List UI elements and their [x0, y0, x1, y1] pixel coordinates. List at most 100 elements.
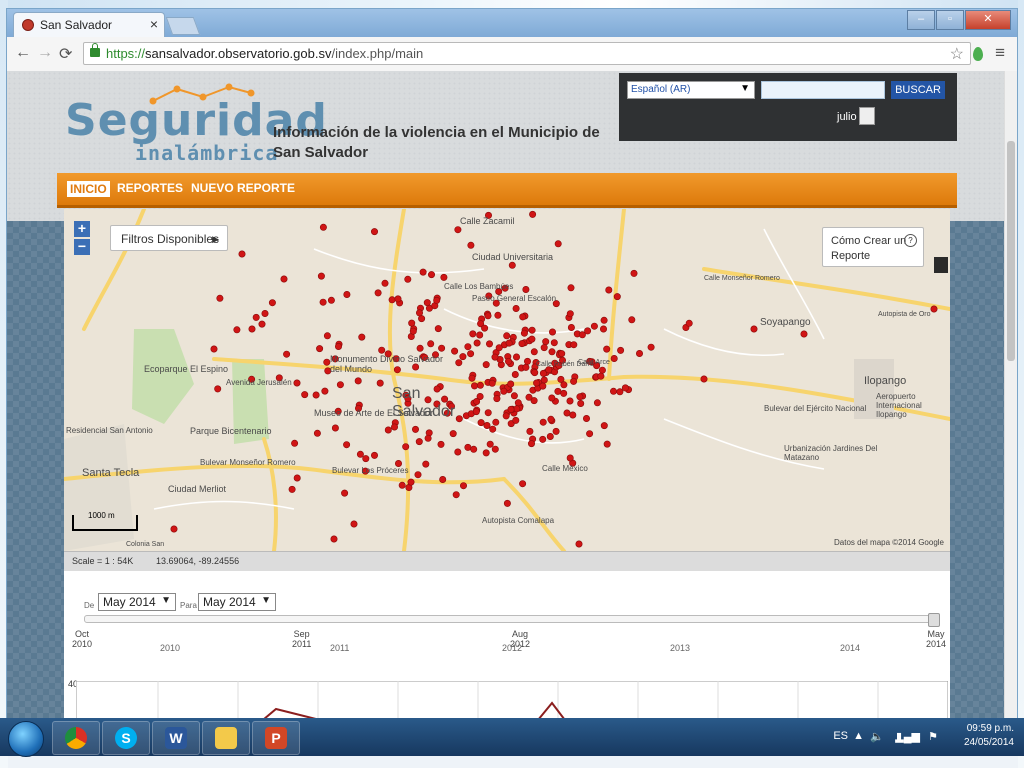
incident-marker[interactable] [469, 330, 477, 338]
browser-menu-icon[interactable]: ≡ [995, 43, 1005, 63]
incident-marker[interactable] [512, 305, 520, 313]
incident-marker[interactable] [440, 273, 448, 281]
incident-marker[interactable] [283, 350, 291, 358]
incident-marker[interactable] [567, 284, 575, 292]
incident-marker[interactable] [451, 347, 459, 355]
incident-marker[interactable] [616, 388, 624, 396]
incident-marker[interactable] [548, 394, 556, 402]
username[interactable]: julio [837, 111, 857, 123]
incident-marker[interactable] [522, 363, 530, 371]
incident-marker[interactable] [210, 345, 218, 353]
incident-marker[interactable] [293, 379, 301, 387]
scrollbar-thumb[interactable] [1007, 141, 1015, 361]
incident-marker[interactable] [567, 324, 575, 332]
tab-close-icon[interactable]: × [150, 16, 158, 32]
incident-marker[interactable] [582, 415, 590, 423]
incident-marker[interactable] [600, 422, 608, 430]
taskbar-word[interactable]: W [152, 721, 200, 755]
to-date-select[interactable]: May 2014 ▼ [198, 593, 276, 611]
avatar[interactable] [859, 107, 875, 125]
incident-marker[interactable] [464, 343, 472, 351]
incident-marker[interactable] [464, 443, 472, 451]
incident-marker[interactable] [586, 430, 594, 438]
incident-marker[interactable] [248, 325, 256, 333]
incident-marker[interactable] [519, 313, 527, 321]
incident-marker[interactable] [576, 393, 584, 401]
extension-icon[interactable] [973, 47, 983, 61]
nav-item-reportes[interactable]: REPORTES [117, 181, 183, 195]
incident-marker[interactable] [350, 520, 358, 528]
incident-marker[interactable] [575, 540, 583, 548]
incident-marker[interactable] [484, 312, 492, 320]
incident-marker[interactable] [438, 344, 446, 352]
incident-marker[interactable] [481, 324, 489, 332]
incident-marker[interactable] [439, 475, 447, 483]
incident-marker[interactable] [319, 223, 327, 231]
incident-marker[interactable] [354, 377, 362, 385]
incident-marker[interactable] [558, 350, 566, 358]
incident-marker[interactable] [422, 460, 430, 468]
taskbar-powerpoint[interactable]: P [252, 721, 300, 755]
incident-marker[interactable] [411, 425, 419, 433]
layers-icon[interactable] [934, 257, 948, 273]
incident-marker[interactable] [327, 296, 335, 304]
incident-marker[interactable] [546, 433, 554, 441]
incident-marker[interactable] [473, 339, 481, 347]
incident-marker[interactable] [512, 416, 520, 424]
incident-marker[interactable] [529, 210, 537, 218]
zoom-out-button[interactable]: − [74, 239, 90, 255]
incident-marker[interactable] [424, 434, 432, 442]
incident-marker[interactable] [930, 305, 938, 313]
incident-marker[interactable] [415, 438, 423, 446]
incident-marker[interactable] [597, 372, 605, 380]
incident-marker[interactable] [415, 309, 423, 317]
incident-marker[interactable] [319, 298, 327, 306]
incident-marker[interactable] [609, 387, 617, 395]
incident-marker[interactable] [486, 440, 494, 448]
forward-arrow-icon[interactable]: → [37, 44, 53, 62]
incident-marker[interactable] [356, 450, 364, 458]
incident-marker[interactable] [370, 228, 378, 236]
incident-marker[interactable] [507, 380, 515, 388]
incident-marker[interactable] [800, 330, 808, 338]
incident-marker[interactable] [525, 393, 533, 401]
incident-marker[interactable] [635, 350, 643, 358]
incident-marker[interactable] [523, 357, 531, 365]
address-bar[interactable]: https://sansalvador.observatorio.gob.sv/… [83, 42, 971, 65]
reload-icon[interactable]: ⟳ [59, 44, 72, 64]
incident-marker[interactable] [540, 376, 548, 384]
incident-marker[interactable] [491, 445, 499, 453]
incident-marker[interactable] [539, 435, 547, 443]
incident-marker[interactable] [528, 335, 536, 343]
incident-marker[interactable] [513, 405, 521, 413]
incident-marker[interactable] [313, 429, 321, 437]
incident-marker[interactable] [628, 316, 636, 324]
incident-marker[interactable] [341, 489, 349, 497]
minimize-button[interactable]: – [907, 10, 935, 30]
incident-marker[interactable] [467, 350, 475, 358]
incident-marker[interactable] [530, 348, 538, 356]
incident-marker[interactable] [548, 328, 556, 336]
incident-marker[interactable] [381, 279, 389, 287]
incident-marker[interactable] [427, 271, 435, 279]
incident-marker[interactable] [454, 448, 462, 456]
incident-marker[interactable] [376, 379, 384, 387]
incident-marker[interactable] [416, 344, 424, 352]
incident-marker[interactable] [617, 346, 625, 354]
incident-marker[interactable] [414, 471, 422, 479]
incident-marker[interactable] [362, 455, 370, 463]
incident-marker[interactable] [238, 250, 246, 258]
incident-marker[interactable] [214, 385, 222, 393]
network-signal-icon[interactable]: ▂▄▆ [895, 730, 920, 743]
close-window-button[interactable]: ✕ [965, 10, 1011, 30]
incident-marker[interactable] [569, 411, 577, 419]
incident-marker[interactable] [603, 440, 611, 448]
incident-marker[interactable] [598, 366, 606, 374]
incident-marker[interactable] [492, 418, 500, 426]
incident-marker[interactable] [321, 387, 329, 395]
incident-marker[interactable] [570, 377, 578, 385]
incident-marker[interactable] [437, 440, 445, 448]
incident-marker[interactable] [388, 296, 396, 304]
incident-marker[interactable] [394, 295, 402, 303]
incident-marker[interactable] [398, 481, 406, 489]
